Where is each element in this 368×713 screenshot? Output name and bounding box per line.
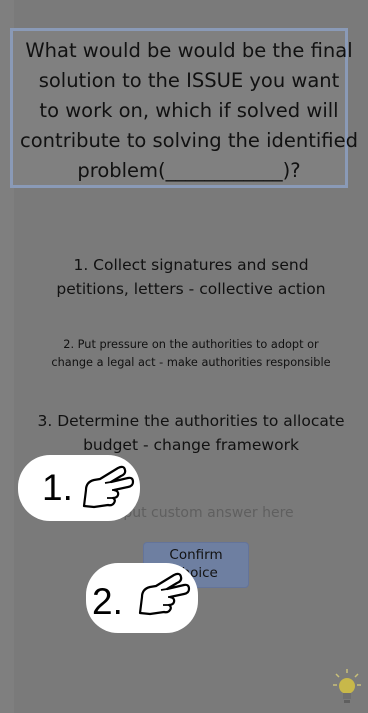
- question-line: problem(____________)?: [77, 159, 301, 182]
- option-3[interactable]: 3. Determine the authorities to allocate…: [14, 409, 368, 457]
- option-2-line: change a legal act - make authorities re…: [51, 356, 331, 369]
- option-3-line: 3. Determine the authorities to allocate: [37, 412, 345, 430]
- option-1-line: petitions, letters - collective action: [56, 280, 326, 298]
- option-2[interactable]: 2. Put pressure on the authorities to ad…: [14, 336, 368, 372]
- question-line: contribute to solving the identified: [20, 129, 358, 152]
- question-line: solution to the ISSUE you want: [38, 69, 340, 92]
- question-text: What would be would be the final solutio…: [12, 36, 366, 186]
- option-3-line: budget - change framework: [83, 436, 299, 454]
- option-1[interactable]: 1. Collect signatures and send petitions…: [14, 253, 368, 301]
- question-line: What would be would be the final: [25, 39, 353, 62]
- option-1-line: 1. Collect signatures and send: [73, 256, 309, 274]
- question-line: to work on, which if solved will: [39, 99, 339, 122]
- hint-bubble-1: 1.: [18, 455, 140, 521]
- option-2-line: 2. Put pressure on the authorities to ad…: [63, 338, 319, 351]
- hint-number: 2.: [92, 581, 123, 622]
- hint-bubble-2: 2.: [86, 563, 198, 633]
- pointing-hand-icon: [138, 572, 191, 616]
- lightbulb-icon[interactable]: [332, 668, 362, 708]
- confirm-button-line: Confirm: [169, 547, 223, 563]
- pointing-hand-icon: [82, 465, 135, 509]
- hint-number: 1.: [42, 467, 73, 508]
